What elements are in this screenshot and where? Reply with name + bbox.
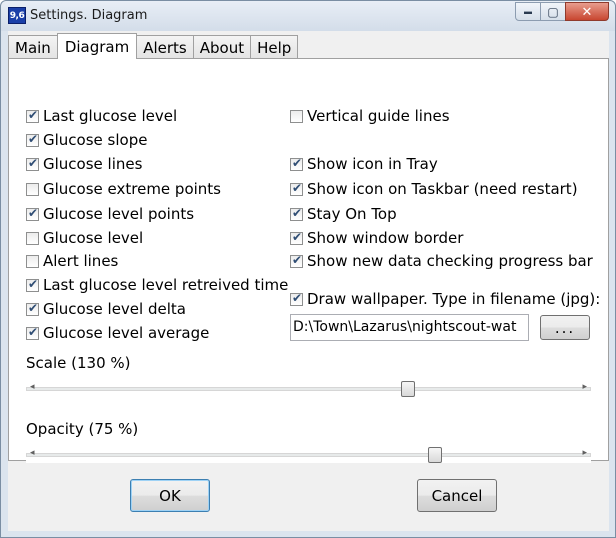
- checkbox-glucose-level-average[interactable]: Glucose level average: [26, 323, 209, 343]
- checkbox-box[interactable]: [290, 109, 303, 123]
- opacity-label: Opacity (75 %): [26, 420, 139, 438]
- browse-button[interactable]: ...: [540, 315, 590, 340]
- wallpaper-filename-input[interactable]: D:\Town\Lazarus\nightscout-wat: [290, 314, 529, 341]
- checkbox-label: Glucose slope: [43, 131, 148, 149]
- checkbox-label: Show icon on Taskbar (need restart): [307, 180, 578, 198]
- checkbox-show-icon-in-tray[interactable]: Show icon in Tray: [290, 154, 438, 174]
- checkbox-label: Last glucose level: [43, 107, 178, 125]
- checkbox-label: Glucose level points: [43, 205, 195, 223]
- dialog-client: Main Diagram Alerts About Help Last gluc…: [8, 31, 609, 531]
- checkbox-box[interactable]: [26, 325, 39, 340]
- tab-main[interactable]: Main: [8, 35, 58, 59]
- checkbox-alert-lines[interactable]: Alert lines: [26, 251, 118, 271]
- checkbox-box[interactable]: [26, 156, 39, 171]
- checkbox-glucose-level[interactable]: Glucose level: [26, 228, 143, 248]
- checkbox-box[interactable]: [26, 231, 39, 245]
- checkbox-box[interactable]: [26, 132, 39, 147]
- checkbox-label: Glucose level average: [43, 324, 210, 342]
- checkbox-box[interactable]: [290, 291, 303, 306]
- checkbox-show-icon-on-taskbar[interactable]: Show icon on Taskbar (need restart): [290, 179, 578, 199]
- checkbox-vertical-guide-lines[interactable]: Vertical guide lines: [290, 106, 450, 126]
- checkbox-label: Show new data checking progress bar: [307, 252, 593, 270]
- checkbox-glucose-extreme-points[interactable]: Glucose extreme points: [26, 179, 221, 199]
- checkbox-box[interactable]: [290, 156, 303, 171]
- diagram-tab-panel: Last glucose level Glucose slope Glucose…: [8, 58, 609, 463]
- scale-label: Scale (130 %): [26, 354, 131, 372]
- caption-buttons: ▬ ▢ ✕: [515, 2, 609, 21]
- checkbox-label: Glucose lines: [43, 155, 143, 173]
- checkbox-label: Glucose level: [43, 229, 144, 247]
- close-button[interactable]: ✕: [565, 2, 609, 21]
- close-icon: ✕: [581, 3, 593, 19]
- slider-thumb[interactable]: [401, 381, 415, 397]
- app-icon[interactable]: 9,6: [8, 7, 26, 24]
- cancel-button[interactable]: Cancel: [417, 479, 497, 512]
- checkbox-last-glucose-level-time[interactable]: Last glucose level retreived time: [26, 275, 288, 295]
- checkbox-show-progress-bar[interactable]: Show new data checking progress bar: [290, 251, 593, 271]
- checkbox-label: Show window border: [307, 229, 464, 247]
- checkbox-box[interactable]: [26, 206, 39, 221]
- minimize-icon: ▬: [524, 7, 532, 16]
- checkbox-glucose-level-points[interactable]: Glucose level points: [26, 204, 194, 224]
- checkbox-box[interactable]: [290, 181, 303, 196]
- tab-strip: Main Diagram Alerts About Help: [8, 33, 299, 59]
- slider-right-arrow-icon[interactable]: ▸: [582, 448, 587, 458]
- checkbox-label: Vertical guide lines: [307, 107, 450, 125]
- checkbox-glucose-slope[interactable]: Glucose slope: [26, 130, 147, 150]
- checkbox-last-glucose-level[interactable]: Last glucose level: [26, 106, 177, 126]
- settings-window: 9,6 Settings. Diagram ▬ ▢ ✕ Main Diagram…: [0, 0, 616, 538]
- checkbox-label: Glucose level delta: [43, 300, 186, 318]
- checkbox-box[interactable]: [26, 254, 39, 268]
- checkbox-box[interactable]: [290, 230, 303, 245]
- slider-right-arrow-icon[interactable]: ▸: [582, 382, 587, 392]
- checkbox-box[interactable]: [290, 253, 303, 268]
- checkbox-box[interactable]: [290, 206, 303, 221]
- tab-alerts[interactable]: Alerts: [136, 35, 194, 59]
- opacity-slider[interactable]: ◂ ▸: [26, 447, 591, 463]
- slider-left-arrow-icon[interactable]: ◂: [30, 382, 35, 392]
- checkbox-label: Stay On Top: [307, 205, 397, 223]
- checkbox-draw-wallpaper[interactable]: Draw wallpaper. Type in filename (jpg):: [290, 289, 600, 309]
- window-title: Settings. Diagram: [30, 8, 148, 23]
- checkbox-box[interactable]: [26, 182, 39, 196]
- maximize-button[interactable]: ▢: [540, 2, 566, 21]
- checkbox-label: Glucose extreme points: [43, 180, 222, 198]
- slider-thumb[interactable]: [428, 447, 442, 463]
- slider-track: [26, 453, 591, 457]
- slider-track: [26, 387, 591, 391]
- checkbox-glucose-lines[interactable]: Glucose lines: [26, 154, 142, 174]
- tab-help[interactable]: Help: [250, 35, 299, 59]
- minimize-button[interactable]: ▬: [515, 2, 541, 21]
- checkbox-label: Last glucose level retreived time: [43, 276, 289, 294]
- scale-slider[interactable]: ◂ ▸: [26, 381, 591, 397]
- checkbox-box[interactable]: [26, 108, 39, 123]
- checkbox-box[interactable]: [26, 301, 39, 316]
- tab-diagram[interactable]: Diagram: [56, 33, 138, 59]
- maximize-icon: ▢: [547, 4, 559, 19]
- tab-about[interactable]: About: [192, 35, 252, 59]
- slider-left-arrow-icon[interactable]: ◂: [30, 448, 35, 458]
- title-bar[interactable]: 9,6 Settings. Diagram ▬ ▢ ✕: [1, 1, 615, 31]
- checkbox-glucose-level-delta[interactable]: Glucose level delta: [26, 299, 186, 319]
- checkbox-label: Draw wallpaper. Type in filename (jpg):: [307, 290, 601, 308]
- checkbox-stay-on-top[interactable]: Stay On Top: [290, 204, 397, 224]
- checkbox-box[interactable]: [26, 277, 39, 292]
- ok-button[interactable]: OK: [130, 479, 210, 512]
- checkbox-show-window-border[interactable]: Show window border: [290, 228, 463, 248]
- checkbox-label: Alert lines: [43, 252, 119, 270]
- checkbox-label: Show icon in Tray: [307, 155, 438, 173]
